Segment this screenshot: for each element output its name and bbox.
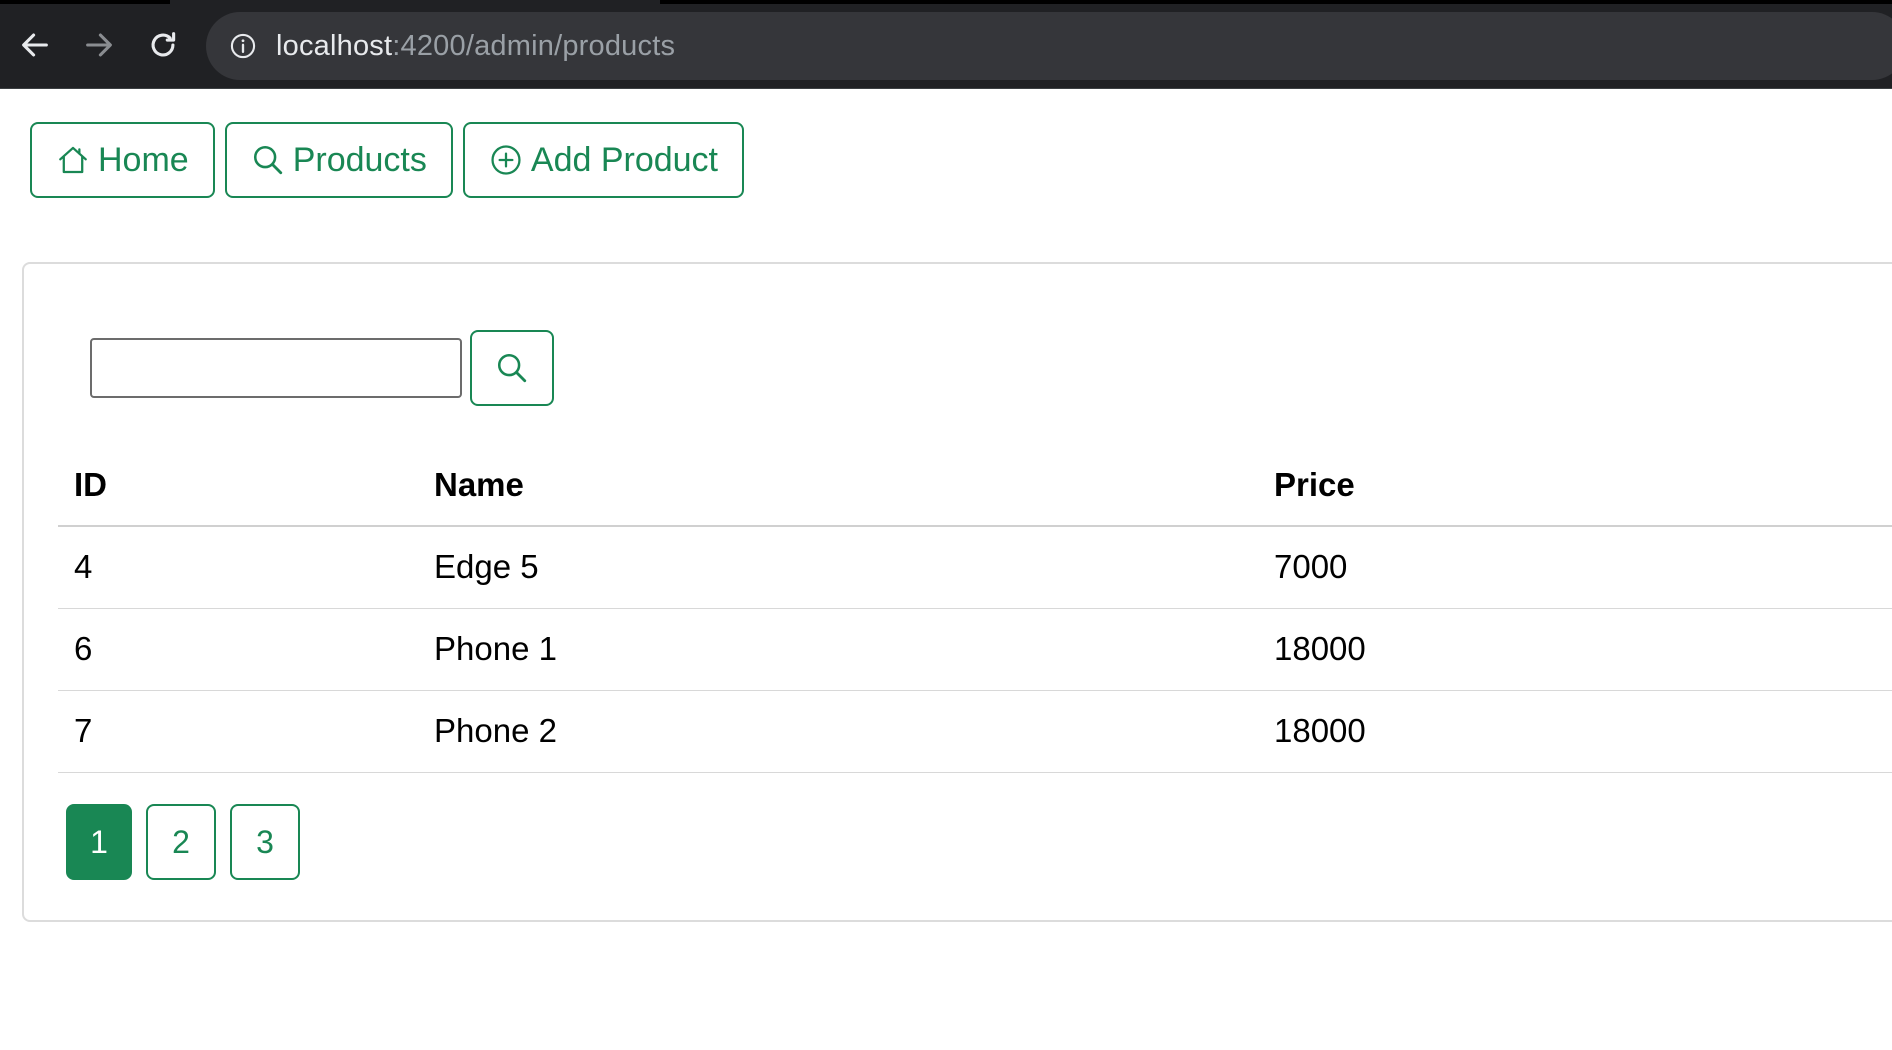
url-host: localhost — [276, 29, 393, 62]
page-button-1[interactable]: 1 — [66, 804, 132, 880]
app-nav: Home Products Add Product — [30, 122, 745, 198]
search-icon — [497, 353, 527, 383]
home-button-label: Home — [98, 140, 189, 179]
cell-name: Phone 1 — [418, 608, 1258, 691]
cell-price: 18000 — [1258, 690, 1892, 773]
products-table: ID Name Price 4 Edge 5 7000 6 Phone 1 18… — [58, 444, 1892, 773]
address-bar[interactable]: localhost:4200/admin/products — [206, 12, 1892, 80]
column-header-name: Name — [418, 444, 1258, 527]
add-product-button[interactable]: Add Product — [462, 122, 745, 198]
cell-id: 6 — [58, 608, 418, 691]
search-input[interactable] — [90, 338, 462, 398]
page-button-2[interactable]: 2 — [146, 804, 216, 880]
tab-strip-edge — [0, 0, 170, 4]
url-path: :4200/admin/products — [392, 29, 676, 62]
search-button[interactable] — [470, 330, 554, 406]
search-form — [90, 330, 554, 406]
cell-name: Edge 5 — [418, 526, 1258, 609]
reload-icon — [151, 32, 176, 57]
forward-button[interactable] — [76, 22, 122, 68]
table-row: 6 Phone 1 18000 — [58, 608, 1892, 691]
address-url: localhost:4200/admin/products — [276, 30, 675, 63]
table-row: 4 Edge 5 7000 — [58, 526, 1892, 609]
cell-price: 18000 — [1258, 608, 1892, 691]
plus-circle-icon — [491, 145, 521, 175]
table-row: 7 Phone 2 18000 — [58, 690, 1892, 773]
tab-strip-edge — [660, 0, 1892, 4]
products-card: ID Name Price 4 Edge 5 7000 6 Phone 1 18… — [22, 262, 1892, 922]
column-header-price: Price — [1258, 444, 1892, 527]
back-button[interactable] — [12, 22, 58, 68]
cell-id: 7 — [58, 690, 418, 773]
arrow-left-icon — [22, 33, 48, 57]
products-button[interactable]: Products — [224, 122, 453, 198]
home-button[interactable]: Home — [30, 122, 215, 198]
cell-id: 4 — [58, 526, 418, 609]
page-button-3[interactable]: 3 — [230, 804, 300, 880]
add-product-button-label: Add Product — [530, 140, 719, 179]
cell-price: 7000 — [1258, 526, 1892, 609]
site-info-icon[interactable] — [228, 31, 258, 61]
table-header-row: ID Name Price — [58, 444, 1892, 527]
pagination: 1 2 3 — [66, 804, 300, 880]
browser-toolbar: localhost:4200/admin/products — [0, 0, 1892, 89]
column-header-id: ID — [58, 444, 418, 527]
reload-button[interactable] — [140, 22, 186, 68]
arrow-right-icon — [86, 33, 112, 57]
products-button-label: Products — [292, 140, 427, 179]
home-icon — [59, 146, 87, 174]
cell-name: Phone 2 — [418, 690, 1258, 773]
search-icon — [253, 145, 282, 175]
